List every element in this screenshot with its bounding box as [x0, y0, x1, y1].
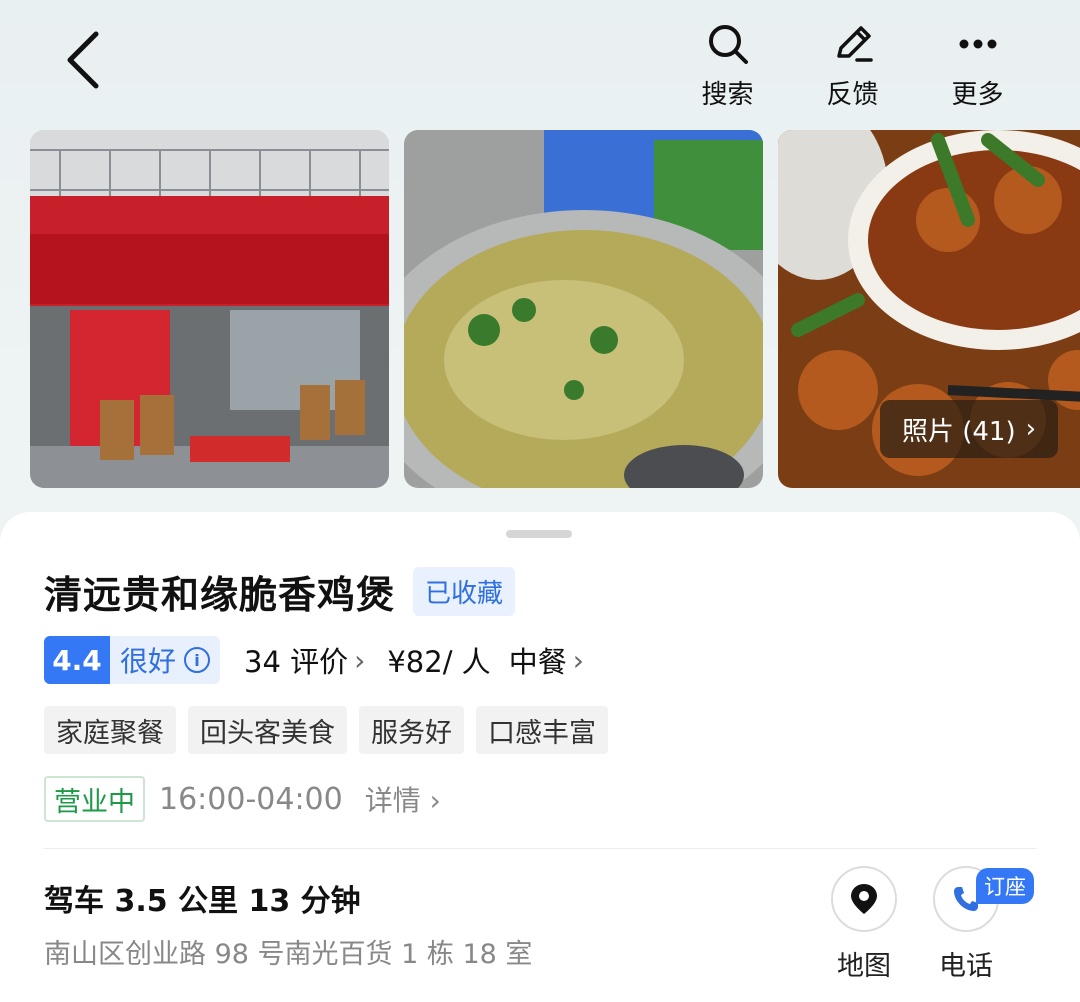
tag-item: 家庭聚餐: [44, 706, 176, 754]
rating-label: 很好: [120, 645, 177, 678]
photo-count-button[interactable]: 照片 (41) ›: [879, 400, 1058, 458]
chevron-right-icon: ›: [354, 643, 366, 677]
storefront-photo[interactable]: [30, 130, 389, 488]
open-status-badge: 营业中: [44, 776, 145, 822]
back-button[interactable]: [56, 26, 116, 96]
photo-strip[interactable]: 照片 (41) ›: [30, 130, 1080, 490]
hours-details-link[interactable]: 详情 ›: [365, 779, 441, 819]
cuisine-link[interactable]: 中餐 ›: [509, 639, 584, 681]
soup-photo[interactable]: [404, 130, 763, 488]
price-per-person: ¥82/ 人: [387, 645, 491, 679]
map-button[interactable]: 地图: [824, 866, 904, 983]
tag-item: 口感丰富: [476, 706, 608, 754]
chicken-photo[interactable]: 照片 (41) ›: [778, 130, 1080, 488]
details-label: 详情: [364, 784, 421, 817]
driving-route[interactable]: 驾车 3.5 公里 13 分钟: [44, 876, 361, 920]
tag-list: 家庭聚餐 回头客美食 服务好 口感丰富: [44, 706, 608, 754]
sheet-drag-handle[interactable]: [506, 530, 572, 538]
tag-item: 回头客美食: [188, 706, 347, 754]
more-button[interactable]: 更多: [915, 20, 1040, 111]
divider: [44, 848, 1036, 849]
pencil-icon: [836, 26, 873, 62]
address: 南山区创业路 98 号南光百货 1 栋 18 室: [44, 939, 533, 970]
more-dots-icon: [959, 39, 996, 49]
opening-hours: 16:00-04:00: [159, 781, 343, 817]
feedback-button[interactable]: 反馈: [790, 20, 915, 111]
rating-score: 4.4: [44, 636, 110, 684]
more-label: 更多: [951, 80, 1004, 110]
reserve-badge[interactable]: 订座: [976, 868, 1034, 904]
rating-text: 很好 i: [110, 636, 220, 684]
cuisine-label: 中餐: [508, 645, 567, 679]
info-icon: i: [184, 647, 211, 673]
top-actions: 搜索 反馈 更多: [665, 20, 1040, 111]
chevron-left-icon: [67, 31, 99, 89]
restaurant-name: 清远贵和缘脆香鸡煲: [44, 573, 396, 617]
title-row: 清远贵和缘脆香鸡煲 已收藏: [44, 564, 516, 619]
photo-count-label: 照片 (41): [901, 416, 1016, 447]
search-button[interactable]: 搜索: [665, 20, 790, 111]
phone-label: 电话: [939, 951, 993, 982]
chevron-right-icon: ›: [1025, 414, 1036, 444]
chevron-right-icon: ›: [572, 643, 584, 677]
reviews-count: 34 评价: [244, 645, 349, 679]
map-label: 地图: [837, 951, 891, 982]
map-button-circle: [831, 866, 897, 932]
detail-sheet: 清远贵和缘脆香鸡煲 已收藏 4.4 很好 i 34 评价 › ¥82/ 人 中餐…: [0, 512, 1080, 1002]
search-icon: [708, 25, 748, 64]
tag-item: 服务好: [359, 706, 464, 754]
hours-row: 营业中 16:00-04:00 详情 ›: [44, 775, 441, 823]
favorited-badge[interactable]: 已收藏: [413, 567, 516, 616]
rating-badge[interactable]: 4.4 很好 i: [44, 636, 221, 684]
rating-row: 4.4 很好 i 34 评价 › ¥82/ 人 中餐 ›: [44, 636, 584, 684]
chevron-right-icon: ›: [429, 784, 441, 817]
poi-detail-page: 搜索 反馈 更多 照片 (41) › 清远贵和缘脆香鸡煲 已收藏 4.4 很好 …: [0, 0, 1080, 1002]
feedback-label: 反馈: [826, 80, 879, 110]
location-pin-icon: [851, 884, 877, 914]
reviews-link[interactable]: 34 评价 ›: [244, 639, 365, 681]
search-label: 搜索: [701, 80, 754, 110]
